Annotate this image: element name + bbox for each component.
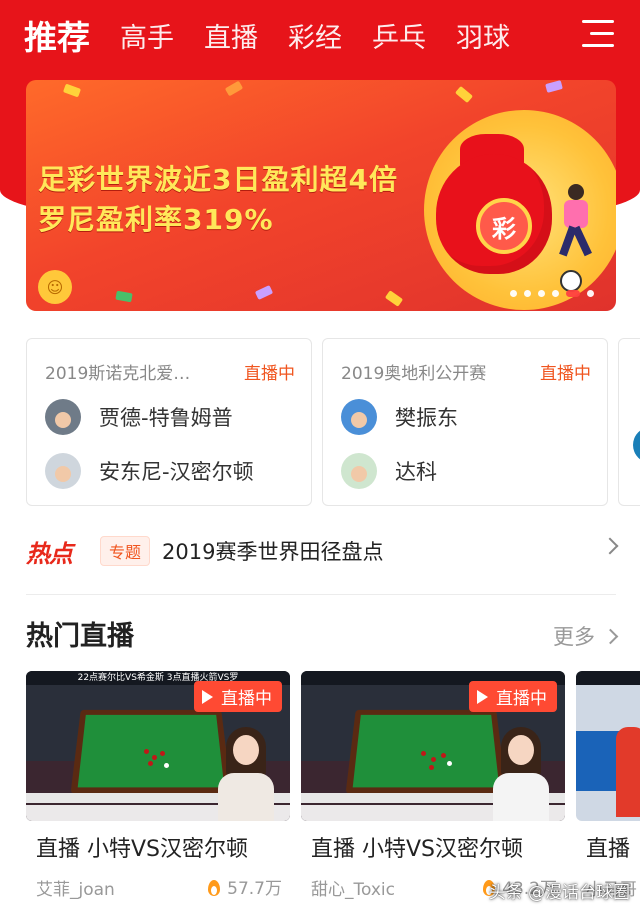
player-row: 贾德-特鲁姆普 [45, 397, 233, 437]
player-row: 安东尼-汉密尔顿 [45, 451, 254, 491]
tab-table-tennis[interactable]: 乒乓 [372, 16, 426, 55]
play-icon [477, 689, 488, 704]
hot-topic-title: 2019赛季世界田径盘点 [162, 540, 384, 564]
host-figure [218, 727, 274, 821]
section-title: 热门直播 [26, 621, 134, 652]
topic-tag: 专题 [100, 536, 151, 566]
more-label: 更多 [553, 625, 595, 649]
heat-count: 57.7万 [207, 874, 282, 899]
player-figure-icon [556, 184, 596, 260]
stream-title: 直播 小特VS汉密尔顿 [36, 837, 249, 862]
banner-subheadline: 罗尼盈利率319% [38, 203, 274, 236]
carousel-dot[interactable] [552, 290, 559, 297]
player-name: 贾德-特鲁姆普 [99, 406, 233, 430]
player-row: 达科 [341, 451, 437, 491]
carousel-dot[interactable] [524, 290, 531, 297]
smiley-icon: ☺ [38, 270, 72, 304]
chevron-right-icon [602, 628, 619, 644]
stream-title: 直播 [586, 837, 631, 862]
chevron-right-icon [601, 537, 619, 555]
player-name: 樊振东 [395, 406, 458, 430]
carousel-dot[interactable] [587, 290, 594, 297]
hot-logo: 热点 [26, 539, 73, 568]
carousel-dot[interactable] [538, 290, 545, 297]
confetti-shape [545, 80, 563, 93]
promo-banner[interactable]: 彩 ☺ 足彩世界波近3日盈利超4倍 罗尼盈利率319% [26, 80, 616, 311]
stream-thumbnail [576, 671, 640, 821]
match-card[interactable]: 2019奥地利公开赛 直播中 樊振东 达科 [322, 338, 608, 506]
snooker-table [345, 709, 507, 794]
hot-topic-row[interactable]: 热点 专题 2019赛季世界田径盘点 [26, 528, 619, 574]
carousel-dot-active[interactable] [566, 290, 580, 297]
confetti-shape [254, 285, 274, 300]
lottery-coin-icon: 彩 [476, 198, 532, 254]
player-avatar [341, 453, 377, 489]
confetti-shape [454, 85, 474, 104]
confetti-shape [62, 83, 82, 98]
live-stream-card[interactable]: 22点赛尔比VS希金斯 3点直播火箭VS罗 直播中 直播 小特VS汉密尔顿 艾菲… [26, 671, 290, 915]
anchor-name: 艾菲_joan [36, 880, 115, 900]
banner-headline: 足彩世界波近3日盈利超4倍 [38, 163, 398, 196]
match-title: 2019斯诺克北爱… [45, 364, 191, 384]
top-nav: 推荐 高手 直播 彩经 乒乓 羽球 [0, 0, 640, 70]
live-status: 直播中 [540, 364, 591, 384]
match-card-partial[interactable] [618, 338, 640, 506]
confetti-shape [384, 290, 404, 307]
match-card-list: 2019斯诺克北爱… 直播中 贾德-特鲁姆普 安东尼-汉密尔顿 2019奥地利公… [26, 338, 640, 506]
tab-recommend[interactable]: 推荐 [24, 11, 90, 59]
player-avatar [45, 453, 81, 489]
live-badge: 直播中 [469, 681, 557, 712]
live-status: 直播中 [244, 364, 295, 384]
host-figure [493, 727, 549, 821]
snooker-table [70, 709, 232, 794]
match-title: 2019奥地利公开赛 [341, 364, 487, 384]
confetti-shape [115, 290, 133, 303]
watermark: 头条 @漫话台球圈 [488, 883, 630, 903]
divider [26, 594, 616, 595]
player-name: 达科 [395, 460, 437, 484]
player-avatar [45, 399, 81, 435]
soccer-ball-icon [560, 270, 582, 292]
player-row: 樊振东 [341, 397, 458, 437]
tab-live[interactable]: 直播 [204, 16, 258, 55]
carousel-dots [503, 290, 594, 297]
live-badge: 直播中 [194, 681, 282, 712]
tab-badminton[interactable]: 羽球 [456, 16, 510, 55]
more-link[interactable]: 更多 [553, 621, 619, 651]
anchor-name: 甜心_Toxic [311, 880, 396, 900]
stream-thumbnail: 22点赛尔比VS希金斯 3点直播火箭VS罗 直播中 [26, 671, 290, 821]
player-avatar [341, 399, 377, 435]
stream-thumbnail: 直播中 [301, 671, 565, 821]
tab-experts[interactable]: 高手 [120, 16, 174, 55]
tab-lottery[interactable]: 彩经 [288, 16, 342, 55]
stream-title: 直播 小特VS汉密尔顿 [311, 837, 524, 862]
carousel-dot[interactable] [510, 290, 517, 297]
flame-icon [207, 878, 221, 896]
hamburger-menu-icon[interactable] [582, 18, 614, 48]
player-avatar [633, 427, 640, 463]
player-name: 安东尼-汉密尔顿 [99, 460, 254, 484]
match-card[interactable]: 2019斯诺克北爱… 直播中 贾德-特鲁姆普 安东尼-汉密尔顿 [26, 338, 312, 506]
confetti-shape [224, 80, 244, 97]
play-icon [202, 689, 213, 704]
